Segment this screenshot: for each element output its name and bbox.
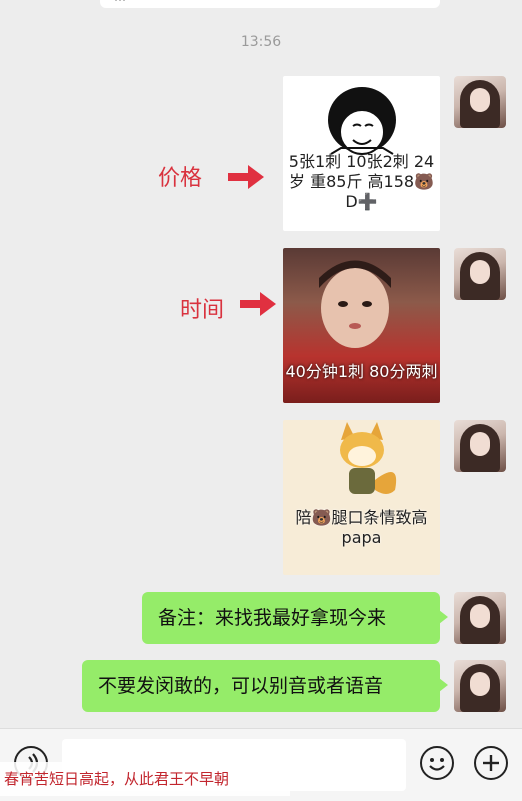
sender-avatar[interactable] (454, 592, 506, 644)
annotation-label-time: 时间 (180, 298, 225, 323)
sender-avatar[interactable] (454, 420, 506, 472)
annotation-label-price: 价格 (158, 166, 203, 191)
previous-message-bubble[interactable]: … (100, 0, 440, 8)
red-arrow-icon (228, 165, 264, 189)
image-caption: 40分钟1刺 80分两刺 (285, 362, 438, 381)
image-message-time[interactable]: 40分钟1刺 80分两刺 (283, 248, 440, 403)
image-message-service[interactable]: 陪🐻腿口条情致高papa (283, 420, 440, 575)
image-caption: 陪🐻腿口条情致高papa (295, 508, 428, 547)
image-message-price[interactable]: 5张1刺 10张2刺 24岁 重85斤 高158🐻D➕ (283, 76, 440, 231)
message-timestamp: 13:56 (240, 34, 282, 50)
text-message-bubble[interactable]: 不要发闵敢的，可以别音或者语音 (82, 660, 448, 712)
sender-avatar[interactable] (454, 76, 506, 128)
emoji-icon[interactable] (420, 746, 454, 780)
text-message-bubble[interactable]: 备注：来找我最好拿现今来 (142, 592, 448, 644)
sender-avatar[interactable] (454, 660, 506, 712)
previous-message-fragment: … (114, 0, 126, 4)
fox-character-image (340, 422, 397, 494)
sender-avatar[interactable] (454, 248, 506, 300)
image-caption: 5张1刺 10张2刺 24岁 重85斤 高158🐻D➕ (288, 152, 435, 211)
plus-icon[interactable] (474, 746, 508, 780)
poem-watermark: 春宵苦短日高起，从此君王不早朝 (0, 762, 290, 796)
red-arrow-icon (240, 292, 276, 316)
